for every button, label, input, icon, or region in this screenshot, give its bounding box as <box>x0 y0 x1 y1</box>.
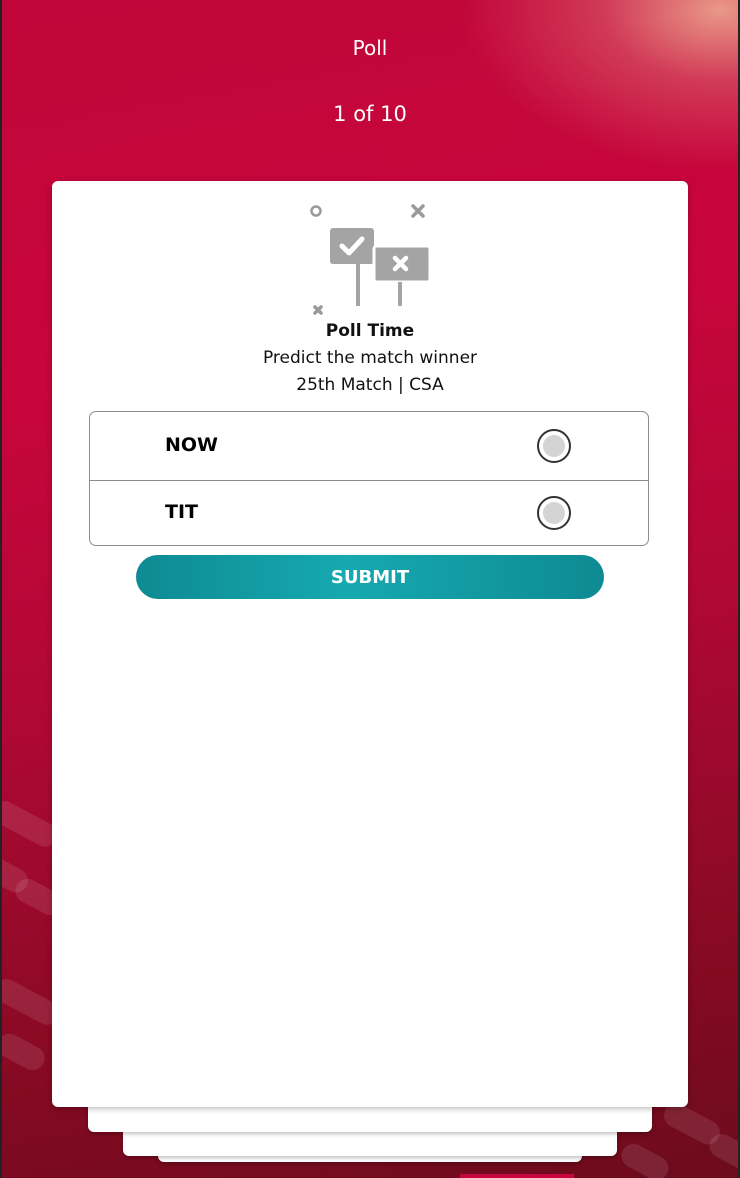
poll-option-label: TIT <box>165 501 198 523</box>
poll-match-info: 25th Match | CSA <box>296 375 444 395</box>
radio-button[interactable] <box>537 496 571 530</box>
poll-option-tit[interactable]: TIT <box>90 481 648 545</box>
page-title: Poll <box>352 36 388 60</box>
poll-question: Predict the match winner <box>262 348 478 368</box>
poll-signs-icon <box>310 204 432 315</box>
frame-border-left <box>0 0 2 1178</box>
radio-button[interactable] <box>537 429 571 463</box>
poll-heading: Poll Time <box>325 321 415 341</box>
bottom-tab-indicator <box>460 1174 574 1178</box>
poll-options: NOW TIT <box>89 411 649 546</box>
submit-button[interactable]: SUBMIT <box>136 555 604 599</box>
poll-option-now[interactable]: NOW <box>90 412 648 481</box>
poll-option-label: NOW <box>165 434 219 456</box>
poll-card <box>52 181 688 1107</box>
poll-counter: 1 of 10 <box>333 102 407 126</box>
